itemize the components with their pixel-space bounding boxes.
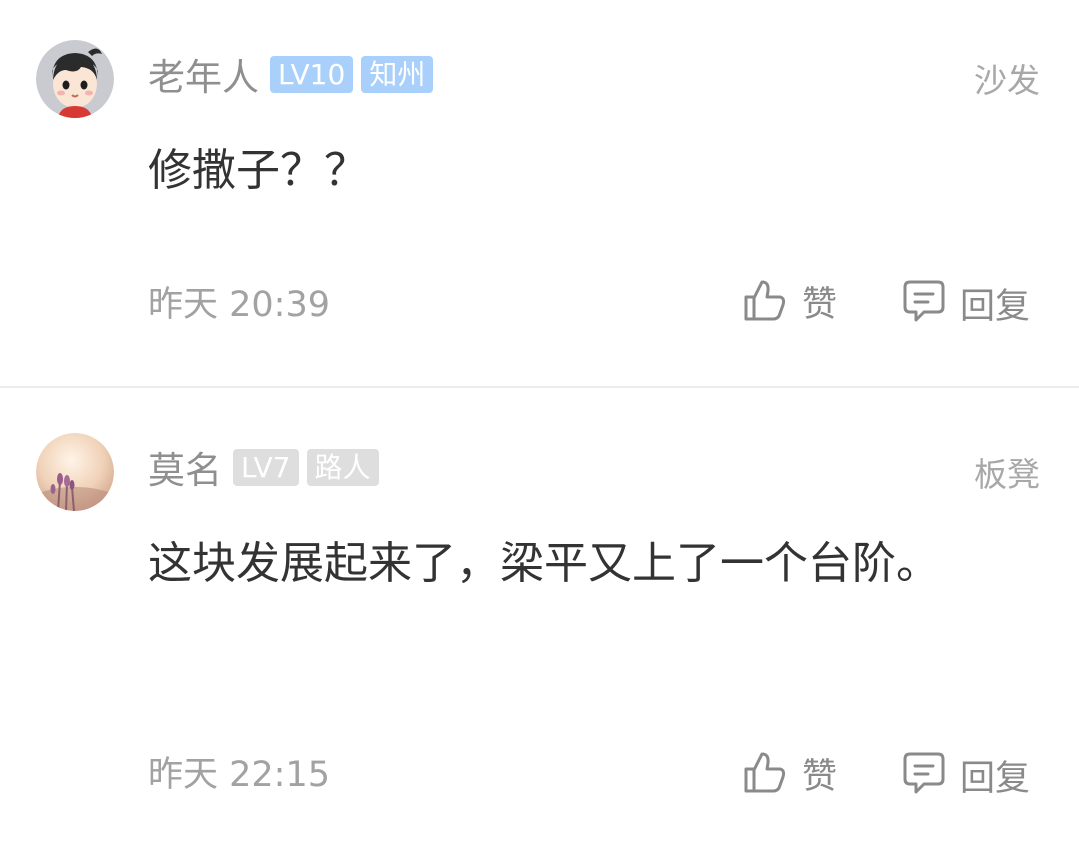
level-badge: LV7 [233,448,299,486]
like-label: 赞 [802,757,838,797]
comment-bubble-icon [902,279,946,329]
comment-time: 昨天 22:15 [148,755,330,795]
reply-button[interactable]: 回复 [902,278,1030,329]
username[interactable]: 老年人 [148,47,259,101]
comment-header: 莫名 LV7 路人 [148,445,387,492]
like-label: 赞 [802,285,838,325]
like-button[interactable]: 赞 [742,276,837,327]
like-button[interactable]: 赞 [742,748,837,799]
avatar[interactable] [36,40,114,118]
comment-content: 这块发展起来了，梁平又上了一个台阶。 [148,538,940,589]
title-badge: 路人 [306,448,379,486]
comment-item: 莫名 LV7 路人 板凳 这块发展起来了，梁平又上了一个台阶。 昨天 22:15… [0,388,1079,852]
avatar[interactable] [36,433,114,511]
title-badge: 知州 [361,55,434,93]
reply-button[interactable]: 回复 [902,750,1030,801]
floor-label: 沙发 [974,61,1040,100]
floor-label: 板凳 [974,455,1040,494]
thumbs-up-icon [742,749,788,799]
level-badge: LV10 [270,55,354,93]
thumbs-up-icon [742,277,788,327]
comment-bubble-icon [902,751,946,801]
reply-label: 回复 [960,287,1031,327]
comment-time: 昨天 20:39 [148,285,330,325]
comment-header: 老年人 LV10 知州 [148,52,441,99]
username[interactable]: 莫名 [148,440,222,494]
comment-item: 老年人 LV10 知州 沙发 修撒子？？ 昨天 20:39 赞 回复 [0,0,1079,386]
reply-label: 回复 [960,759,1031,799]
comment-content: 修撒子？？ [148,145,368,196]
